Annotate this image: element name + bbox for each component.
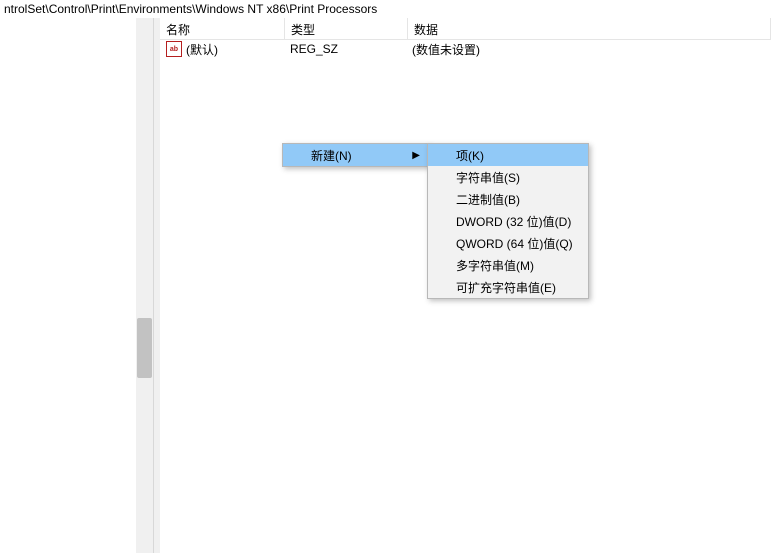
tree-scrollbar-track[interactable] — [136, 18, 153, 553]
menu-item-new-qword[interactable]: QWORD (64 位)值(Q) — [428, 232, 588, 254]
address-bar-text: ntrolSet\Control\Print\Environments\Wind… — [4, 2, 377, 16]
value-name-text: (默认) — [186, 41, 218, 58]
menu-item-new[interactable]: 新建(N) ▶ — [283, 144, 428, 166]
menu-item-new-qword-label: QWORD (64 位)值(Q) — [456, 235, 573, 252]
menu-item-new-label: 新建(N) — [311, 147, 352, 164]
address-bar[interactable]: ntrolSet\Control\Print\Environments\Wind… — [0, 0, 771, 19]
value-type-cell: REG_SZ — [284, 42, 406, 56]
menu-item-new-expandstring-label: 可扩充字符串值(E) — [456, 279, 556, 296]
menu-item-new-key-label: 项(K) — [456, 147, 484, 164]
registry-editor-window: ntrolSet\Control\Print\Environments\Wind… — [0, 0, 771, 553]
column-header-data[interactable]: 数据 — [408, 18, 771, 40]
value-name-cell: ab (默认) — [160, 41, 284, 58]
menu-item-new-string-label: 字符串值(S) — [456, 169, 520, 186]
menu-item-new-dword-label: DWORD (32 位)值(D) — [456, 213, 571, 230]
context-menu[interactable]: 新建(N) ▶ — [282, 143, 429, 167]
value-data-cell: (数值未设置) — [406, 41, 771, 58]
string-value-icon: ab — [166, 41, 182, 57]
menu-item-new-key[interactable]: 项(K) — [428, 144, 588, 166]
menu-item-new-binary-label: 二进制值(B) — [456, 191, 520, 208]
menu-item-new-expandstring[interactable]: 可扩充字符串值(E) — [428, 276, 588, 298]
value-row-default[interactable]: ab (默认) REG_SZ (数值未设置) — [160, 40, 771, 58]
menu-item-new-multistring-label: 多字符串值(M) — [456, 257, 534, 274]
menu-item-new-dword[interactable]: DWORD (32 位)值(D) — [428, 210, 588, 232]
new-submenu[interactable]: 项(K) 字符串值(S) 二进制值(B) DWORD (32 位)值(D) QW… — [427, 143, 589, 299]
tree-scrollbar-thumb[interactable] — [137, 318, 152, 378]
menu-item-new-binary[interactable]: 二进制值(B) — [428, 188, 588, 210]
submenu-arrow-icon: ▶ — [412, 144, 420, 166]
column-headers: 名称 类型 数据 — [160, 18, 771, 40]
column-header-name[interactable]: 名称 — [160, 18, 285, 40]
menu-item-new-string[interactable]: 字符串值(S) — [428, 166, 588, 188]
menu-item-new-multistring[interactable]: 多字符串值(M) — [428, 254, 588, 276]
column-header-type[interactable]: 类型 — [285, 18, 408, 40]
tree-pane[interactable] — [0, 18, 153, 553]
